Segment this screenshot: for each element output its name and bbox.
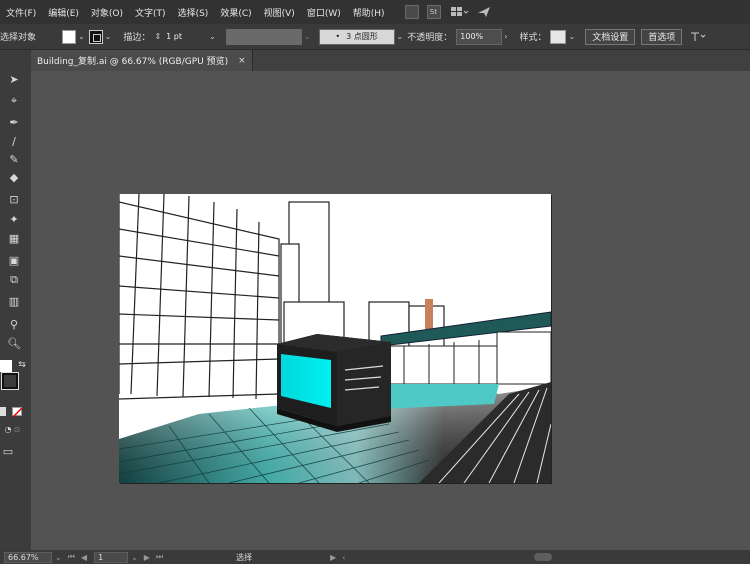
draw-behind-icon[interactable]: ⊙ (9, 423, 25, 437)
stroke-swatch[interactable] (88, 29, 103, 44)
paintbrush-tool-icon[interactable]: ✎ (6, 153, 22, 167)
stroke-label: 描边： (123, 33, 151, 43)
pen-tool-icon[interactable]: ✒ (6, 116, 22, 130)
building-artwork (119, 194, 551, 483)
zoom-field[interactable]: 66.67% (4, 551, 52, 563)
none-color-icon[interactable] (12, 407, 23, 417)
line-tool-icon[interactable]: ∕ (6, 135, 22, 149)
chevron-down-icon[interactable]: ⌄ (304, 32, 311, 41)
status-bar: 66.67% ⌄ ⏮ ◀ 1 ⌄ ▶ ⏭ 选择 ▶ ‹ (0, 550, 750, 564)
color-mode-icon[interactable] (0, 407, 6, 416)
horizontal-scrollbar[interactable] (534, 553, 553, 561)
menu-bar: 文件(F) 编辑(E) 对象(O) 文字(T) 选择(S) 效果(C) 视图(V… (0, 0, 750, 24)
chevron-down-icon[interactable]: ⌄ (397, 32, 404, 41)
scroll-left-icon[interactable]: ‹ (342, 553, 345, 562)
scale-tool-icon[interactable]: ⊡ (6, 193, 22, 207)
eraser-tool-icon[interactable]: ◆ (6, 171, 22, 185)
preferences-button[interactable]: 首选项 (641, 28, 683, 45)
document-tab[interactable]: Building_复制.ai @ 66.67% (RGB/GPU 预览) × (31, 50, 253, 71)
chevron-down-icon[interactable]: ⌄ (568, 32, 575, 41)
chevron-down-icon[interactable]: ⌄ (209, 32, 216, 41)
menu-select[interactable]: 选择(S) (172, 6, 215, 19)
graph-tool-icon[interactable]: ▥ (6, 295, 22, 309)
menu-type[interactable]: 文字(T) (129, 6, 172, 19)
next-page-icon[interactable]: ▶ (144, 553, 150, 562)
graphic-style-swatch[interactable] (550, 29, 567, 44)
workspace-icon[interactable] (450, 6, 469, 18)
document-title: Building_复制.ai @ 66.67% (RGB/GPU 预览) (37, 57, 229, 67)
stroke-color-box[interactable] (1, 372, 19, 390)
lasso-tool-icon[interactable]: ⌖ (6, 94, 22, 108)
menu-edit[interactable]: 编辑(E) (42, 6, 85, 19)
bridge-icon[interactable] (404, 5, 419, 19)
send-icon[interactable] (477, 6, 491, 18)
puppet-warp-tool-icon[interactable]: ✦ (6, 213, 22, 227)
document-setup-button[interactable]: 文档设置 (585, 28, 636, 45)
previous-page-icon[interactable]: ◀ (81, 553, 87, 562)
chevron-down-icon[interactable]: ⌄ (78, 32, 85, 41)
stepper-icon[interactable]: ⇕ (154, 32, 161, 41)
menu-view[interactable]: 视图(V) (258, 6, 301, 19)
fill-color-box[interactable] (0, 360, 12, 372)
artboard[interactable] (119, 194, 551, 483)
brush-definition-field[interactable]: • 3 点圆形 (318, 28, 395, 45)
screen-mode-icon[interactable]: ▭ (0, 445, 16, 459)
chevron-down-icon[interactable]: ⌄ (105, 32, 112, 41)
status-text: 选择 (236, 552, 253, 562)
variable-width-profile[interactable] (225, 28, 302, 45)
status-menu-icon[interactable]: ▶ (330, 553, 336, 562)
menu-file[interactable]: 文件(F) (0, 6, 42, 19)
eyedropper-tool-icon[interactable]: ⚲ (6, 318, 22, 332)
stroke-weight-field[interactable]: 1 pt (163, 29, 207, 45)
menu-help[interactable]: 帮助(H) (347, 6, 391, 19)
selection-tool-icon[interactable]: ➤ (6, 73, 22, 87)
opacity-label: 不透明度： (407, 33, 453, 43)
zoom-tool-icon[interactable]: 🔍︎ (6, 337, 22, 351)
brush-dot-icon: • (335, 32, 341, 41)
control-bar: 选择对象 ⌄ ⌄ 描边： ⇕ 1 pt ⌄ ⌄ • 3 点圆形 ⌄ 不透明度： … (0, 24, 750, 50)
gradient-tool-icon[interactable]: ▣ (6, 254, 22, 268)
selection-label: 选择对象 (0, 33, 37, 43)
menu-object[interactable]: 对象(O) (85, 6, 129, 19)
tools-panel: ➤ ⌖ ✒ ∕ ✎ ◆ ⊡ ✦ ▦ ▣ ⧉ ▥ ⚲ 🔍︎ ⇆ ◔ ⊙ ▭ (0, 50, 32, 550)
fill-swatch[interactable] (62, 29, 77, 44)
perspective-grid-tool-icon[interactable]: ▦ (6, 232, 22, 246)
menu-window[interactable]: 窗口(W) (301, 6, 347, 19)
shape-builder-tool-icon[interactable]: ⧉ (6, 273, 22, 287)
close-icon[interactable]: × (238, 56, 246, 66)
chevron-down-icon[interactable]: ⌄ (131, 553, 138, 562)
opacity-field[interactable]: 100% (456, 28, 503, 45)
swap-colors-icon[interactable]: ⇆ (14, 358, 30, 372)
stock-icon[interactable]: St (426, 5, 441, 19)
last-page-icon[interactable]: ⏭ (156, 552, 163, 562)
menu-effect[interactable]: 效果(C) (214, 6, 257, 19)
first-page-icon[interactable]: ⏮ (68, 552, 75, 562)
chevron-down-icon[interactable]: ⌄ (55, 553, 62, 562)
canvas-area[interactable] (31, 71, 750, 550)
arrange-icon[interactable] (690, 31, 710, 43)
brush-label: 3 点圆形 (346, 32, 378, 41)
chevron-right-icon[interactable]: › (504, 32, 507, 41)
style-label: 样式： (519, 33, 547, 43)
document-tab-bar: Building_复制.ai @ 66.67% (RGB/GPU 预览) × (31, 50, 750, 71)
page-field[interactable]: 1 (94, 551, 129, 563)
